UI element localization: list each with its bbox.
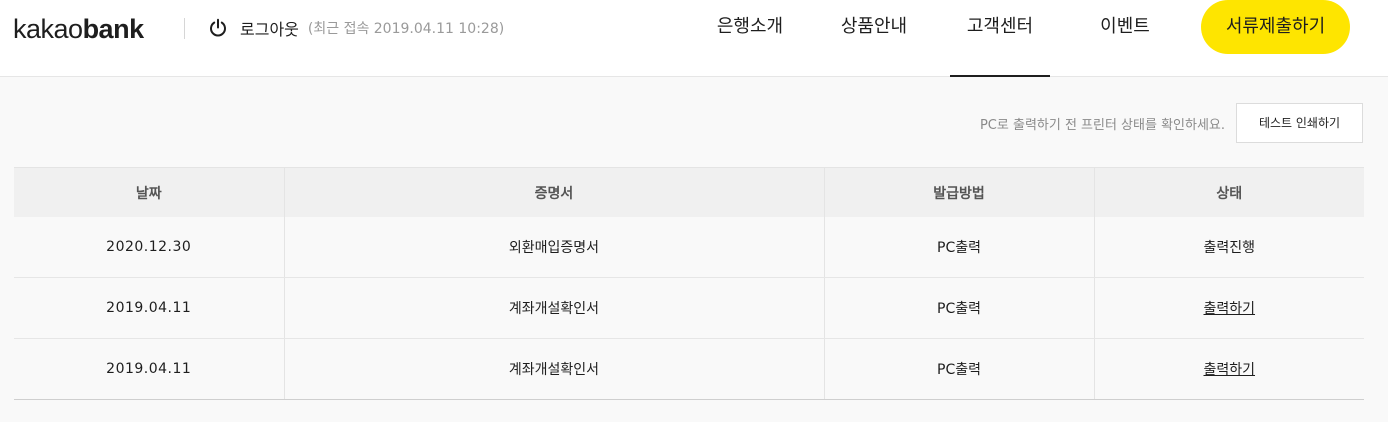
row-date: 2019.04.11 — [14, 277, 284, 339]
table-row: 2020.12.30 외환매입증명서 PC출력 출력진행 — [14, 217, 1364, 278]
column-header-certificate: 증명서 — [283, 167, 824, 217]
row-date: 2020.12.30 — [14, 217, 284, 278]
nav-item-products[interactable]: 상품안내 — [826, 0, 922, 77]
row-certificate: 계좌개설확인서 — [283, 338, 824, 400]
row-date: 2019.04.11 — [14, 338, 284, 400]
column-header-status: 상태 — [1093, 167, 1364, 217]
column-header-date: 날짜 — [14, 167, 284, 217]
last-access-time: (최근 접속 2019.04.11 10:28) — [307, 21, 505, 37]
logout-link[interactable]: 로그아웃 — [240, 16, 299, 40]
column-header-method: 발급방법 — [823, 167, 1094, 217]
row-certificate: 외환매입증명서 — [283, 217, 824, 278]
table-header-row: 날짜 증명서 발급방법 상태 — [14, 167, 1364, 217]
status-text: 출력진행 — [1203, 240, 1256, 256]
row-status: 출력하기 — [1093, 338, 1364, 400]
submit-documents-button[interactable]: 서류제출하기 — [1201, 0, 1350, 54]
logo-text-bold: bank — [82, 14, 145, 44]
table-row: 2019.04.11 계좌개설확인서 PC출력 출력하기 — [14, 277, 1364, 339]
row-method: PC출력 — [823, 277, 1094, 339]
logout-area: 로그아웃 (최근 접속 2019.04.11 10:28) — [208, 16, 504, 40]
power-icon[interactable] — [208, 18, 228, 38]
row-method: PC출력 — [823, 217, 1094, 278]
row-status: 출력하기 — [1093, 277, 1364, 339]
nav-item-customer-center[interactable]: 고객센터 — [950, 0, 1050, 77]
certificate-table: 날짜 증명서 발급방법 상태 2020.12.30 외환매입증명서 PC출력 출… — [14, 167, 1364, 400]
site-header: kakaobank 로그아웃 (최근 접속 2019.04.11 10:28) … — [0, 0, 1388, 77]
row-status: 출력진행 — [1093, 217, 1364, 278]
print-link[interactable]: 출력하기 — [1203, 362, 1255, 378]
test-print-button[interactable]: 테스트 인쇄하기 — [1236, 103, 1363, 143]
printer-notice: PC로 출력하기 전 프린터 상태를 확인하세요. — [979, 118, 1225, 133]
kakaobank-logo[interactable]: kakaobank — [13, 14, 144, 44]
nav-item-events[interactable]: 이벤트 — [1082, 0, 1168, 77]
logo-text-light: kakao — [13, 14, 83, 44]
row-certificate: 계좌개설확인서 — [283, 277, 824, 339]
nav-item-bank-intro[interactable]: 은행소개 — [702, 0, 798, 77]
print-link[interactable]: 출력하기 — [1203, 301, 1255, 317]
table-row: 2019.04.11 계좌개설확인서 PC출력 출력하기 — [14, 338, 1364, 400]
row-method: PC출력 — [823, 338, 1094, 400]
header-divider — [184, 18, 185, 39]
